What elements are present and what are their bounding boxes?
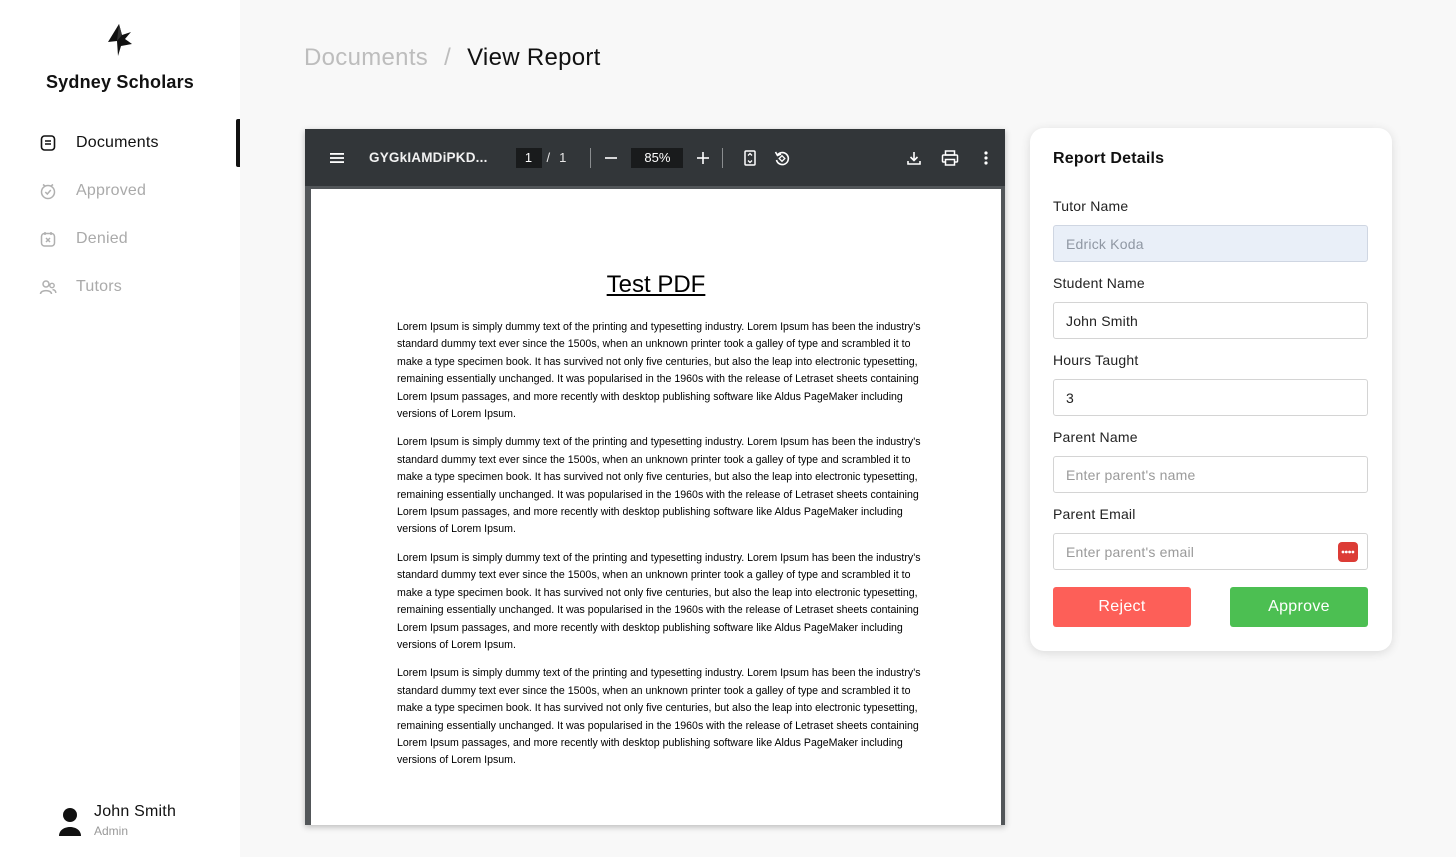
report-details-title: Report Details (1053, 150, 1165, 167)
approve-button[interactable]: Approve (1230, 587, 1368, 627)
hours-taught-label: Hours Taught (1053, 352, 1139, 368)
rotate-icon[interactable] (768, 144, 796, 172)
sidebar-item-label: Tutors (76, 278, 122, 295)
document-paragraph: Lorem Ipsum is simply dummy text of the … (397, 667, 921, 767)
document-paragraph: Lorem Ipsum is simply dummy text of the … (397, 551, 921, 651)
user-profile[interactable]: John Smith Admin (58, 803, 176, 838)
zoom-level[interactable]: 85% (631, 147, 684, 168)
pdf-page: Test PDF Lorem Ipsum is simply dummy tex… (311, 189, 1001, 825)
reject-button[interactable]: Reject (1053, 587, 1191, 627)
document-body: Lorem Ipsum is simply dummy text of the … (397, 319, 927, 781)
document-paragraph: Lorem Ipsum is simply dummy text of the … (397, 436, 921, 536)
student-name-field-group: Student Name (1053, 275, 1368, 339)
avatar (59, 807, 81, 836)
page-number-input[interactable]: 1 (515, 147, 542, 168)
toolbar-divider (590, 147, 592, 168)
zoom-out-icon[interactable] (597, 144, 625, 172)
bird-logo-icon (108, 24, 132, 56)
page-title: View Report (467, 44, 601, 71)
document-title: Test PDF (606, 271, 706, 298)
brand: Sydney Scholars (0, 22, 240, 93)
toolbar-divider (722, 147, 724, 168)
sidebar-item-label: Denied (76, 230, 128, 247)
document-icon (38, 133, 58, 153)
document-paragraph: Lorem Ipsum is simply dummy text of the … (397, 321, 921, 421)
report-details-card: Report Details Tutor Name Student Name H… (1030, 128, 1392, 651)
password-manager-icon[interactable] (1338, 542, 1358, 562)
pdf-viewer: GYGkIAMDiPKD... 1 / 1 85% Test PDF Lorem… (305, 129, 1005, 825)
download-icon[interactable] (900, 144, 928, 172)
breadcrumb-documents-link[interactable]: Documents (304, 44, 428, 72)
calendar-check-icon (38, 181, 58, 201)
more-options-icon[interactable] (972, 144, 1000, 172)
pdf-toolbar: GYGkIAMDiPKD... 1 / 1 85% (305, 129, 1005, 186)
parent-email-field-group: Parent Email (1053, 506, 1368, 570)
parent-name-field[interactable] (1053, 456, 1368, 493)
page-separator: / (546, 150, 551, 165)
sidebar-item-label: Approved (76, 182, 147, 199)
breadcrumb: Documents / View Report (304, 44, 601, 72)
user-name: John Smith (94, 803, 177, 820)
parent-email-field[interactable] (1053, 533, 1368, 570)
page-total: 1 (559, 150, 567, 165)
sidebar-item-denied[interactable]: Denied (0, 215, 240, 263)
sidebar-item-label: Documents (76, 134, 159, 151)
menu-icon[interactable] (323, 144, 351, 172)
zoom-in-icon[interactable] (689, 144, 717, 172)
sidebar-item-approved[interactable]: Approved (0, 167, 240, 215)
parent-email-label: Parent Email (1053, 506, 1136, 522)
pdf-filename: GYGkIAMDiPKD... (369, 150, 488, 165)
sidebar-item-documents[interactable]: Documents (0, 119, 240, 167)
student-name-label: Student Name (1053, 275, 1145, 291)
tutor-name-field[interactable] (1053, 225, 1368, 262)
parent-name-field-group: Parent Name (1053, 429, 1368, 493)
hours-taught-field[interactable] (1053, 379, 1368, 416)
sidebar-item-tutors[interactable]: Tutors (0, 263, 240, 311)
student-name-field[interactable] (1053, 302, 1368, 339)
tutor-name-field-group: Tutor Name (1053, 198, 1368, 262)
breadcrumb-separator: / (444, 44, 452, 71)
print-icon[interactable] (936, 144, 964, 172)
user-info: John Smith Admin (94, 803, 176, 838)
calendar-x-icon (38, 229, 58, 249)
user-role: Admin (94, 824, 129, 838)
users-icon (38, 277, 58, 297)
sidebar: Sydney Scholars Documents Approved Denie… (0, 0, 240, 857)
sidebar-nav: Documents Approved Denied Tutors (0, 119, 240, 311)
app-name: Sydney Scholars (45, 72, 195, 92)
tutor-name-label: Tutor Name (1053, 198, 1129, 214)
parent-name-label: Parent Name (1053, 429, 1138, 445)
hours-taught-field-group: Hours Taught (1053, 352, 1368, 416)
fit-page-icon[interactable] (736, 144, 764, 172)
